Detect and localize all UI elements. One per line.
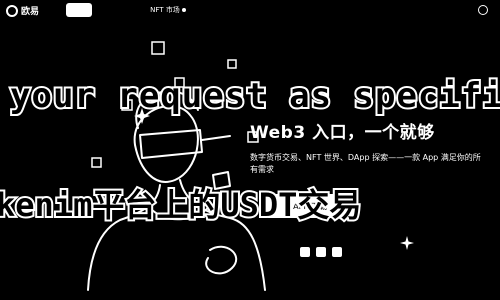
android-icon[interactable] bbox=[316, 247, 326, 257]
floating-square bbox=[151, 41, 165, 55]
logo-icon bbox=[6, 4, 18, 17]
nav-item-4[interactable] bbox=[116, 3, 146, 17]
qrcode-icon[interactable] bbox=[332, 247, 342, 257]
nav-item-nft-market[interactable]: NFT 市场 bbox=[146, 3, 190, 17]
nav-item-7[interactable] bbox=[228, 3, 252, 17]
sparkle-icon bbox=[400, 236, 414, 250]
vr-headset-icon bbox=[139, 129, 203, 159]
nav-item-6[interactable] bbox=[200, 3, 224, 17]
floating-square bbox=[91, 157, 102, 168]
store-links bbox=[300, 247, 342, 257]
new-badge-dot bbox=[181, 8, 186, 12]
brand-logo[interactable]: 欧易 bbox=[6, 4, 39, 17]
nav-item-2[interactable] bbox=[66, 3, 92, 17]
overlay-text-line-2: kenim平台上的USDT交易 bbox=[0, 184, 363, 226]
nav-item-1[interactable] bbox=[44, 3, 58, 17]
language-button[interactable] bbox=[472, 3, 494, 17]
floating-square bbox=[227, 59, 237, 69]
globe-icon bbox=[478, 5, 488, 15]
logo-text: 欧易 bbox=[21, 7, 40, 17]
apple-store-icon[interactable] bbox=[300, 247, 310, 257]
hero-subtitle: 数字货币交易、NFT 世界、DApp 探索——一款 App 满足你的所有需求 bbox=[250, 153, 481, 174]
app-screen: 欧易 NFT 市场 Web3 入口，一个就够 数字货币交易、NFT 世界、DAp bbox=[0, 0, 500, 300]
top-navigation: 欧易 NFT 市场 bbox=[0, 0, 500, 22]
hero-title: Web3 入口，一个就够 bbox=[250, 123, 435, 143]
overlay-text-line-1: your request as specifie bbox=[8, 74, 500, 118]
